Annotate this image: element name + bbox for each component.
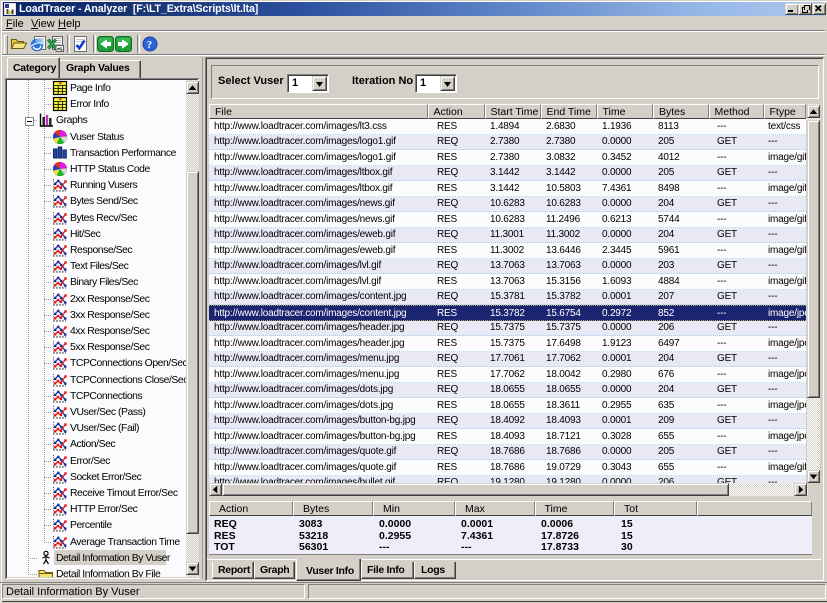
- svg-text:?: ?: [147, 39, 153, 51]
